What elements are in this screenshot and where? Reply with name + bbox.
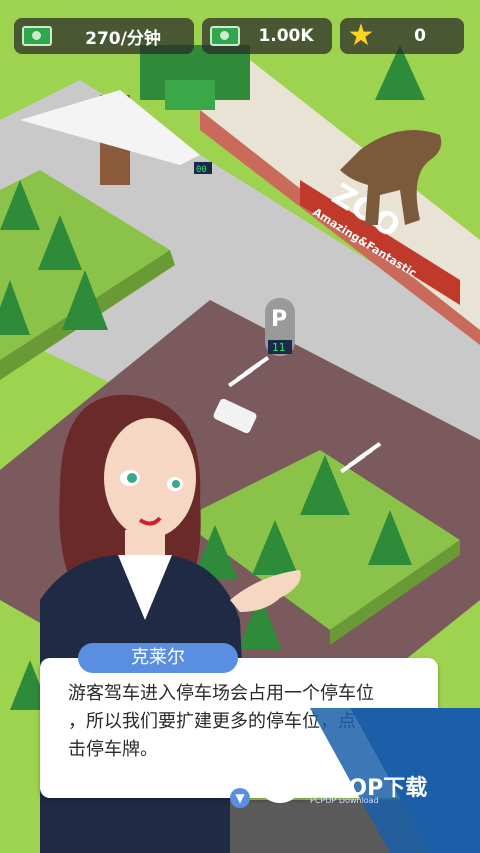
income-value: 270/分钟 xyxy=(85,28,161,49)
stars-panel: ★ 0 xyxy=(340,18,464,54)
dialog-line: 击停车牌。 xyxy=(68,739,158,760)
watermark-subtext: PCPOP Download xyxy=(310,796,379,805)
money-panel: 1.00K xyxy=(202,18,332,54)
income-panel: 270/分钟 xyxy=(14,18,194,54)
speaker-name: 克莱尔 xyxy=(78,643,238,673)
dialog-line: ，所以我们要扩建更多的停车位，点 xyxy=(68,711,356,732)
stars-value: 0 xyxy=(414,26,426,46)
dialog-text: 游客驾车进入停车场会占用一个停车位 ，所以我们要扩建更多的停车位，点 击停车牌。 xyxy=(68,680,436,764)
parking-count: 11 xyxy=(272,341,285,354)
parking-sign-letter: P xyxy=(271,307,287,332)
character-face xyxy=(104,418,196,538)
money-value: 1.00K xyxy=(258,26,314,46)
cash-icon xyxy=(210,26,240,46)
dialog-line: 游客驾车进入停车场会占用一个停车位 xyxy=(68,683,374,704)
continue-arrow-icon[interactable]: ▼ xyxy=(230,788,250,808)
star-icon: ★ xyxy=(347,18,375,53)
gate-counter-text: 00 xyxy=(196,165,207,175)
cash-icon xyxy=(22,26,52,46)
